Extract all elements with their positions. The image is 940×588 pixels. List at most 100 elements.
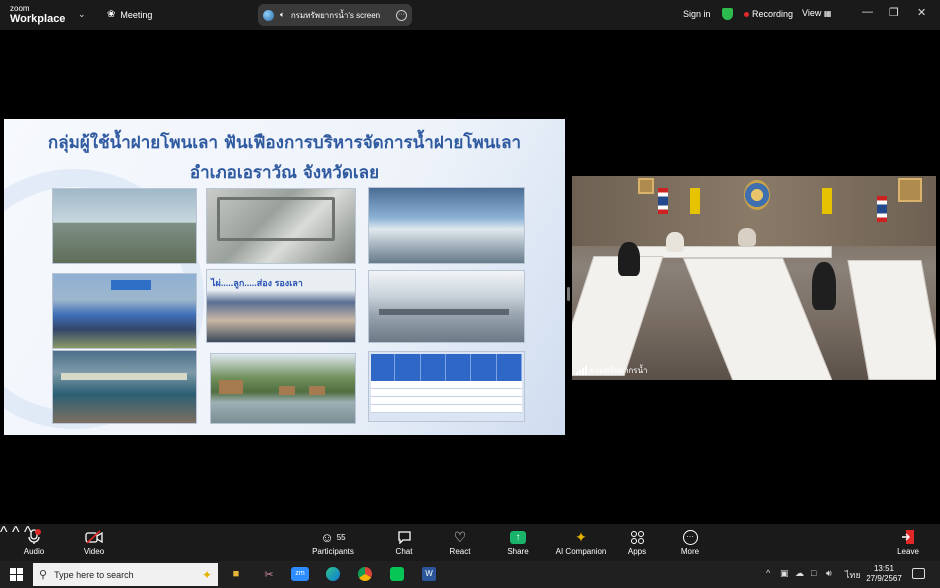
meeting-menu[interactable]: ❀ Meeting — [107, 9, 152, 20]
participant-video[interactable]: กรมทรัพยากรน้ำ — [572, 176, 936, 380]
line-app-icon[interactable] — [387, 565, 407, 583]
participant-person — [812, 262, 836, 310]
participant-name: กรมทรัพยากรน้ำ — [590, 366, 648, 375]
share-title: กรมทรัพยากรน้ำ's screen — [290, 10, 381, 20]
encryption-shield-icon[interactable] — [722, 8, 733, 20]
leave-label: Leave — [897, 547, 919, 556]
tray-app-icon[interactable]: ▣ — [780, 568, 789, 579]
table-right — [847, 260, 936, 380]
windows-start-icon[interactable] — [10, 568, 23, 581]
apps-icon — [622, 527, 652, 547]
sparkle-icon: ✦ — [201, 567, 212, 582]
more-button[interactable]: ··· More — [676, 527, 704, 556]
sign-in-link[interactable]: Sign in — [683, 9, 711, 19]
view-label: View — [802, 8, 822, 18]
react-button[interactable]: ♡ React — [446, 527, 474, 557]
screen-share-indicator[interactable]: 🔈︎ กรมทรัพยากรน้ำ's screen ··· — [258, 4, 412, 26]
search-placeholder: Type here to search — [54, 569, 134, 580]
share-screen-icon: ↑ — [504, 527, 532, 547]
portrait-right — [898, 178, 922, 202]
language-indicator[interactable]: ไทย — [845, 568, 861, 582]
participant-person — [738, 228, 756, 246]
leave-button[interactable]: Leave — [894, 527, 922, 556]
logo-line2: Workplace — [10, 13, 66, 25]
photo-dock — [368, 270, 525, 343]
heart-icon: ♡ — [453, 528, 467, 545]
meeting-controls-toolbar: Audio ^ Video ☺︎ 55 Participants ^ Chat … — [0, 524, 940, 561]
participants-button[interactable]: ☺︎ 55 Participants — [310, 527, 356, 557]
edge-icon[interactable] — [323, 565, 343, 583]
participants-label: Participants — [312, 547, 354, 556]
restore-icon[interactable]: ❐ — [889, 6, 899, 19]
shared-screen-slide: กลุ่มผู้ใช้น้ำฝายโพนเลา ฟันเฟืองการบริหา… — [4, 119, 565, 435]
notification-icon[interactable] — [912, 568, 925, 579]
speaker-icon[interactable]: 🔈︎ — [280, 10, 285, 20]
video-off-icon — [80, 527, 108, 547]
yellow-flag — [690, 188, 700, 214]
microphone-muted-icon — [20, 527, 48, 547]
chat-button[interactable]: Chat — [390, 527, 418, 556]
table-left — [572, 256, 664, 376]
word-icon[interactable]: W — [419, 565, 439, 583]
photo-weir-concrete — [52, 188, 197, 264]
photo-weir-structure — [206, 188, 356, 264]
snipping-tool-icon[interactable]: ✂ — [259, 565, 279, 583]
thai-flag-right — [877, 196, 887, 222]
grid-view-icon: ▦ — [823, 9, 832, 18]
react-label: React — [449, 547, 471, 556]
slide-title-line2: อำเภอเอราวัณ จังหวัดเลย — [189, 163, 380, 183]
taskbar-search-box[interactable]: ⚲ Type here to search ✦ — [33, 563, 218, 586]
audio-label: Audio — [23, 547, 45, 556]
participants-icon: ☺︎ 55 — [320, 529, 346, 545]
volume-icon[interactable]: 🔊︎ — [826, 568, 832, 579]
participant-person — [666, 232, 684, 252]
ai-sparkle-icon: ✦ — [575, 528, 587, 545]
windows-taskbar: ⚲ Type here to search ✦ ■ ✂ zm W ^ ▣ ☁ □… — [0, 561, 940, 588]
zoom-title-bar: zoom Workplace ⌄ ❀ Meeting 🔈︎ กรมทรัพยาก… — [0, 0, 940, 30]
leave-door-icon — [894, 527, 922, 547]
chat-label: Chat — [395, 547, 413, 556]
recording-indicator[interactable]: Recording — [744, 9, 793, 19]
zoom-app-icon[interactable]: zm — [290, 565, 310, 583]
participant-person — [618, 242, 640, 276]
ai-companion-label: AI Companion — [555, 547, 607, 556]
video-button[interactable]: Video — [80, 527, 108, 556]
apps-button[interactable]: Apps — [622, 527, 652, 556]
chevron-down-icon[interactable]: ⌄ — [78, 9, 86, 20]
close-icon[interactable]: ✕ — [917, 6, 926, 19]
clock-time: 13:51 — [873, 564, 895, 573]
mini-data-table — [371, 354, 522, 413]
show-hidden-icons-icon[interactable]: ^ — [766, 568, 770, 578]
banner-text: ไผ่.....ลูก.....ส่อง รองเลา — [211, 278, 303, 288]
audio-button[interactable]: Audio — [20, 527, 48, 556]
video-label: Video — [83, 547, 105, 556]
audio-options-icon[interactable]: ^ — [0, 524, 8, 541]
ai-companion-button[interactable]: ✦ AI Companion — [552, 527, 610, 557]
more-options-icon[interactable]: ··· — [396, 9, 407, 21]
participants-count: 55 — [336, 532, 346, 542]
portrait-left — [638, 178, 654, 194]
chrome-icon[interactable] — [355, 565, 375, 583]
participants-options-icon[interactable]: ^ — [12, 524, 20, 541]
recording-label: Recording — [752, 9, 794, 19]
more-label: More — [680, 547, 700, 556]
meeting-label: Meeting — [120, 9, 153, 20]
network-icon[interactable]: □ — [811, 568, 816, 578]
search-icon: ⚲ — [39, 569, 48, 581]
share-button[interactable]: ↑ Share — [504, 527, 532, 556]
photo-ceremony: ไผ่.....ลูก.....ส่อง รองเลา — [206, 269, 356, 343]
participant-name-label: กรมทรัพยากรน้ำ — [576, 364, 648, 377]
minimize-icon[interactable]: — — [862, 6, 873, 18]
photo-floating-huts — [210, 353, 356, 424]
table-center — [682, 258, 834, 380]
system-clock[interactable]: 13:51 27/9/2567 — [862, 564, 906, 584]
apps-label: Apps — [627, 547, 647, 556]
paw-icon: ❀ — [107, 9, 116, 20]
zoom-workplace-logo[interactable]: zoom Workplace — [10, 4, 66, 25]
more-icon: ··· — [676, 527, 704, 547]
file-explorer-icon[interactable]: ■ — [226, 565, 246, 583]
splitter-handle[interactable] — [567, 287, 570, 301]
view-menu[interactable]: View ▦ — [802, 8, 831, 18]
cloud-icon[interactable]: ☁ — [795, 568, 804, 579]
chat-icon — [390, 527, 418, 547]
